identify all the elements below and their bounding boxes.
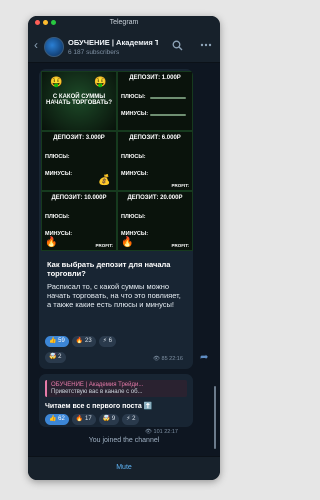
reaction-thumbs-up[interactable]: 👍 59: [45, 336, 69, 347]
plus-label: ПЛЮСЫ:: [45, 214, 70, 220]
chat-header: ‹ ОБУЧЕНИЕ | Академия Тр... 6 187 subscr…: [28, 30, 220, 63]
mute-button[interactable]: Mute: [28, 456, 220, 480]
album-photo[interactable]: ДЕПОЗИТ: 1.000Р ПЛЮСЫ: МИНУСЫ:: [117, 71, 193, 131]
zoom-window-button[interactable]: [51, 20, 56, 25]
post-views-time: 👁 101 22:17: [145, 429, 178, 435]
service-message: You joined the channel: [88, 437, 160, 444]
back-arrow-icon[interactable]: ‹: [34, 39, 38, 51]
album-photo-title: ДЕПОЗИТ: 3.000Р: [53, 135, 105, 141]
fire-emoji-icon: 🔥: [45, 237, 58, 248]
album-photo-title: ДЕПОЗИТ: 20.000Р: [127, 195, 183, 201]
photo-album[interactable]: 🤑 🤑 С КАКОЙ СУММЫ НАЧАТЬ ТОРГОВАТЬ? ДЕПО…: [41, 71, 193, 251]
plus-label: ПЛЮСЫ:: [121, 154, 146, 160]
album-photo-title: ДЕПОЗИТ: 10.000Р: [51, 195, 107, 201]
subscriber-count: 6 187 subscribers: [68, 49, 120, 56]
message-list[interactable]: 🤑 🤑 С КАКОЙ СУММЫ НАЧАТЬ ТОРГОВАТЬ? ДЕПО…: [28, 63, 220, 456]
scrollbar[interactable]: [214, 386, 216, 449]
message-bubble[interactable]: ОБУЧЕНИЕ | Академия Трейди... Приветству…: [39, 374, 193, 435]
more-icon[interactable]: [200, 40, 212, 50]
reaction-bar: 👍 62 🔥 17 🤯 9 ⚡ 2: [45, 414, 140, 425]
album-photo-title: ДЕПОЗИТ: 6.000Р: [129, 135, 181, 141]
album-photo-title: С КАКОЙ СУММЫ НАЧАТЬ ТОРГОВАТЬ?: [46, 94, 112, 106]
coin-emoji-icon: 🤑: [94, 77, 107, 88]
channel-title[interactable]: ОБУЧЕНИЕ | Академия Тр...: [68, 38, 158, 47]
minus-label: МИНУСЫ:: [121, 171, 149, 177]
reaction-mind-blown[interactable]: 🤯 9: [98, 414, 120, 425]
profit-label: PROFIT:: [171, 183, 190, 188]
plus-label: ПЛЮСЫ:: [121, 214, 146, 220]
telegram-window: Telegram ‹ ОБУЧЕНИЕ | Академия Тр... 6 1…: [28, 16, 220, 480]
message-text: Читаем все с первого поста ⬆️: [45, 403, 153, 410]
cash-emoji-icon: 💰: [98, 175, 111, 186]
album-photo[interactable]: 🤑 🤑 С КАКОЙ СУММЫ НАЧАТЬ ТОРГОВАТЬ?: [41, 71, 117, 131]
post-title: Как выбрать депозит для начала торговли?: [47, 260, 171, 278]
profit-label: PROFIT:: [95, 243, 114, 248]
reply-text: Приветствую вас в канале с об...: [51, 389, 143, 395]
window-title: Telegram: [109, 19, 139, 26]
coin-emoji-icon: 🤑: [50, 77, 63, 88]
message-bubble[interactable]: 🤑 🤑 С КАКОЙ СУММЫ НАЧАТЬ ТОРГОВАТЬ? ДЕПО…: [39, 69, 193, 369]
close-window-button[interactable]: [35, 20, 40, 25]
album-photo[interactable]: ДЕПОЗИТ: 20.000Р ПЛЮСЫ: МИНУСЫ: PROFIT: …: [117, 191, 193, 251]
reply-author: ОБУЧЕНИЕ | Академия Трейди...: [51, 382, 144, 388]
reaction-fire[interactable]: 🔥 23: [71, 336, 96, 347]
fire-emoji-icon: 🔥: [121, 237, 134, 248]
window-titlebar: Telegram: [28, 16, 220, 30]
album-photo[interactable]: ДЕПОЗИТ: 6.000Р ПЛЮСЫ: МИНУСЫ: PROFIT:: [117, 131, 193, 191]
reaction-lightning[interactable]: ⚡ 2: [122, 414, 140, 425]
album-photo[interactable]: ДЕПОЗИТ: 3.000Р ПЛЮСЫ: МИНУСЫ: 💰: [41, 131, 117, 191]
album-photo-title: ДЕПОЗИТ: 1.000Р: [129, 75, 181, 81]
reaction-thumbs-up[interactable]: 👍 62: [45, 414, 69, 425]
post-views-time: 👁 85 22:16: [153, 356, 183, 362]
window-controls: [35, 20, 56, 25]
eye-icon: 👁: [145, 429, 152, 435]
reaction-fire[interactable]: 🔥 17: [71, 414, 96, 425]
reaction-bar-row-2: 🤯 2: [45, 352, 66, 363]
post-body: Расписал то, с какой суммы можно начать …: [47, 282, 181, 309]
channel-avatar[interactable]: [44, 37, 64, 57]
search-icon[interactable]: [172, 40, 183, 54]
eye-icon: 👁: [153, 356, 160, 362]
reaction-bar: 👍 59 🔥 23 ⚡ 6: [45, 336, 116, 347]
reaction-mind-blown[interactable]: 🤯 2: [45, 352, 66, 363]
album-photo[interactable]: ДЕПОЗИТ: 10.000Р ПЛЮСЫ: МИНУСЫ: PROFIT: …: [41, 191, 117, 251]
minimize-window-button[interactable]: [43, 20, 48, 25]
profit-label: PROFIT:: [171, 243, 190, 248]
reply-quote[interactable]: ОБУЧЕНИЕ | Академия Трейди... Приветству…: [45, 380, 187, 397]
share-icon[interactable]: ➦: [200, 352, 208, 363]
plus-label: ПЛЮСЫ:: [45, 154, 70, 160]
reaction-lightning[interactable]: ⚡ 6: [98, 336, 116, 347]
